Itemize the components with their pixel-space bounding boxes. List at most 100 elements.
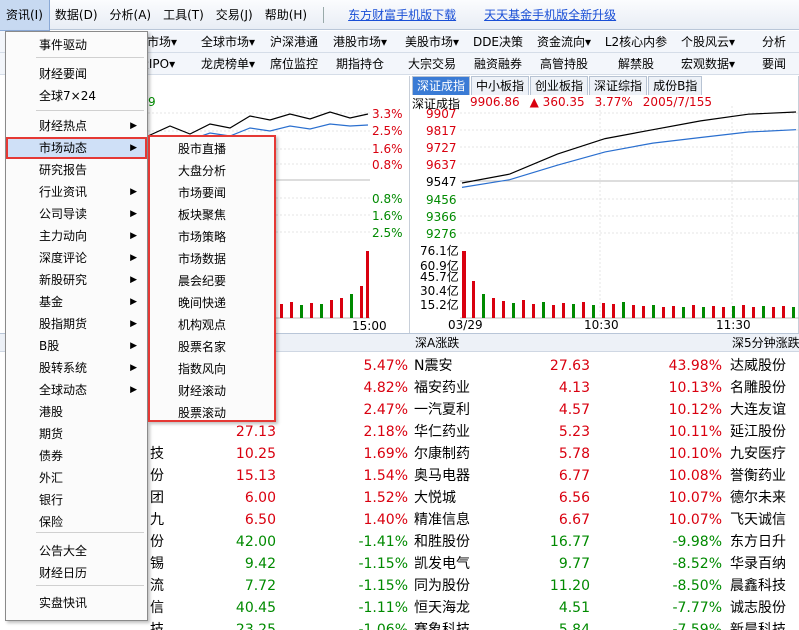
dropdown-item[interactable]: 公司导读 ▶: [6, 203, 147, 225]
dropdown-item[interactable]: 财经要闻: [6, 63, 147, 85]
menu-trade[interactable]: 交易(J): [210, 0, 259, 30]
submenu-item[interactable]: 股市直播: [150, 138, 274, 160]
cell-p1: 5.84: [558, 622, 590, 630]
volume-bar: [792, 307, 795, 318]
dropdown-item[interactable]: 研究报告: [6, 159, 147, 181]
submenu-arrow-icon: ▶: [130, 275, 137, 285]
toolbar-btn-seat-monitor[interactable]: 席位监控: [264, 55, 324, 72]
submenu-item[interactable]: 机构观点: [150, 314, 274, 336]
dropdown-item[interactable]: 基金 ▶: [6, 291, 147, 313]
volume-bar: [552, 305, 555, 318]
dropdown-item-label: 期货: [39, 427, 64, 441]
toolbar-btn-margin[interactable]: 融资融券: [468, 55, 528, 72]
dropdown-item[interactable]: 深度评论 ▶: [6, 247, 147, 269]
submenu-item[interactable]: 指数风向: [150, 358, 274, 380]
submenu-item[interactable]: 市场要闻: [150, 182, 274, 204]
dropdown-item-label: 实盘快讯: [39, 596, 88, 610]
dropdown-separator: [36, 532, 144, 533]
cell-c1: 团: [150, 490, 164, 506]
dropdown-item[interactable]: 实盘快讯: [6, 592, 147, 614]
submenu-item[interactable]: 大盘分析: [150, 160, 274, 182]
menu-help[interactable]: 帮助(H): [259, 0, 313, 30]
dropdown-item[interactable]: 主力动向 ▶: [6, 225, 147, 247]
menu-news[interactable]: 资讯(I): [0, 0, 50, 31]
dropdown-item[interactable]: 财经日历: [6, 562, 147, 584]
dropdown-item[interactable]: 市场动态 ▶: [6, 137, 147, 159]
toolbar-btn-stock-wind[interactable]: 个股风云▾: [672, 33, 744, 50]
mobile-download-link[interactable]: 东方财富手机版下载: [348, 6, 456, 23]
submenu-item[interactable]: 晨会纪要: [150, 270, 274, 292]
toolbar-btn-insider[interactable]: 高管持股: [528, 55, 600, 72]
toolbar-btn-fund-flow[interactable]: 资金流向▾: [528, 33, 600, 50]
toolbar-btn-unlock[interactable]: 解禁股: [600, 55, 672, 72]
dropdown-item[interactable]: 保险: [6, 511, 147, 533]
submenu-item[interactable]: 股票名家: [150, 336, 274, 358]
cell-n1: 凯发电气: [414, 556, 470, 572]
cell-n1: 同为股份: [414, 578, 470, 594]
cell-g1: 10.08%: [668, 468, 722, 484]
volume-bar: [602, 303, 605, 318]
dropdown-item[interactable]: 新股研究 ▶: [6, 269, 147, 291]
toolbar-btn-l2[interactable]: L2核心内参: [600, 33, 672, 50]
toolbar-btn-analysis[interactable]: 分析: [744, 33, 799, 50]
toolbar-btn-dde[interactable]: DDE决策: [468, 33, 528, 50]
cell-c1: [150, 421, 190, 443]
cell-g1: 10.07%: [668, 512, 722, 528]
dropdown-item[interactable]: 事件驱动: [6, 34, 147, 56]
submenu-item[interactable]: 财经滚动: [150, 380, 274, 402]
cell-c3: 1.54%: [363, 468, 408, 484]
submenu-item[interactable]: 板块聚焦: [150, 204, 274, 226]
toolbar-btn-futures-position[interactable]: 期指持仓: [324, 55, 396, 72]
dropdown-item[interactable]: 财经热点 ▶: [6, 115, 147, 137]
menu-data[interactable]: 数据(D): [49, 0, 104, 30]
submenu-arrow-icon: ▶: [130, 187, 137, 197]
toolbar-btn-dragon-tiger[interactable]: 龙虎榜单▾: [192, 55, 264, 72]
menu-separator: [323, 6, 325, 23]
volume-bar: [572, 304, 575, 318]
cell-g1: 43.98%: [668, 358, 722, 374]
volume-bar: [532, 304, 535, 318]
volume-bar: [752, 307, 755, 318]
dropdown-item-label: 股指期货: [39, 317, 88, 331]
submenu-item[interactable]: 市场数据: [150, 248, 274, 270]
volume-bar: [366, 251, 369, 318]
dropdown-item[interactable]: 行业资讯 ▶: [6, 181, 147, 203]
dropdown-item[interactable]: 银行: [6, 489, 147, 511]
toolbar-btn-hk-market[interactable]: 港股市场▾: [324, 33, 396, 50]
toolbar-btn-us-market[interactable]: 美股市场▾: [396, 33, 468, 50]
cell-c1: 份: [150, 468, 164, 484]
dropdown-item[interactable]: 股指期货 ▶: [6, 313, 147, 335]
cell-p1: 5.23: [558, 424, 590, 440]
dropdown-item[interactable]: 港股: [6, 401, 147, 423]
submenu-item[interactable]: 股票滚动: [150, 402, 274, 424]
dropdown-item-label: B股: [39, 339, 60, 353]
volume-bar: [300, 305, 303, 318]
fund-app-upgrade-link[interactable]: 天天基金手机版全新升级: [484, 6, 616, 23]
cell-p1: 6.77: [558, 468, 590, 484]
cell-c2: 42.00: [235, 534, 276, 550]
submenu-item[interactable]: 晚间快递: [150, 292, 274, 314]
toolbar-btn-macro[interactable]: 宏观数据▾: [672, 55, 744, 72]
cell-n2: 达威股份: [730, 358, 786, 374]
dropdown-item[interactable]: B股 ▶: [6, 335, 147, 357]
cell-n2: 名雕股份: [730, 380, 786, 396]
dropdown-item[interactable]: 全球7×24: [6, 85, 147, 107]
cell-n2: 大连友谊: [730, 402, 786, 418]
cell-g1: -8.50%: [672, 578, 722, 594]
submenu-item[interactable]: 市场策略: [150, 226, 274, 248]
toolbar-btn-block-trade[interactable]: 大宗交易: [396, 55, 468, 72]
dropdown-item-label: 市场动态: [39, 141, 88, 155]
toolbar-btn-news[interactable]: 要闻: [744, 55, 799, 72]
volume-bar: [742, 305, 745, 318]
dropdown-item[interactable]: 外汇: [6, 467, 147, 489]
dropdown-item[interactable]: 债券: [6, 445, 147, 467]
cell-n2: 誉衡药业: [730, 468, 786, 484]
toolbar-btn-global-market[interactable]: 全球市场▾: [192, 33, 264, 50]
dropdown-item[interactable]: 全球动态 ▶: [6, 379, 147, 401]
dropdown-item[interactable]: 公告大全: [6, 540, 147, 562]
dropdown-item[interactable]: 股转系统 ▶: [6, 357, 147, 379]
menu-analysis[interactable]: 分析(A): [104, 0, 158, 30]
toolbar-btn-connect[interactable]: 沪深港通: [264, 33, 324, 50]
dropdown-item[interactable]: 期货: [6, 423, 147, 445]
menu-tools[interactable]: 工具(T): [157, 0, 210, 30]
